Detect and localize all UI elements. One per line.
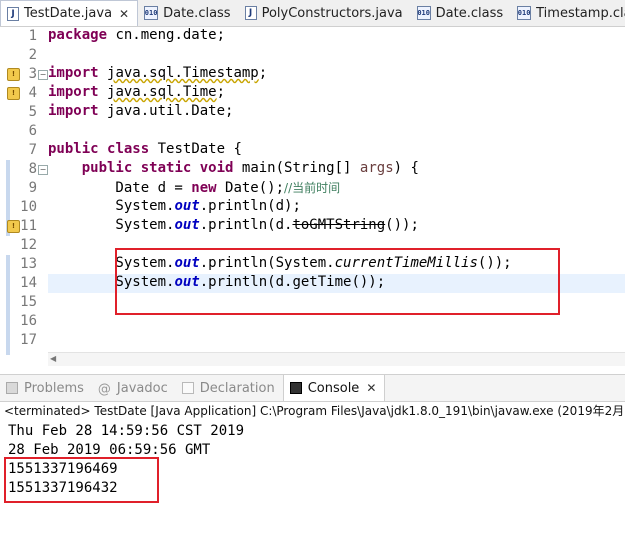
problems-icon: [6, 382, 18, 394]
editor-tab-bar: J TestDate.java ✕ 010 Date.class J PolyC…: [0, 0, 625, 27]
java-file-icon: J: [7, 6, 19, 21]
tab-label: PolyConstructors.java: [261, 5, 403, 21]
line-number: 14: [20, 275, 37, 291]
tab-label: TestDate.java: [24, 6, 113, 21]
line-number: 12: [20, 237, 37, 253]
line-number: 9: [28, 180, 37, 196]
java-file-icon: J: [244, 6, 257, 20]
code-line: import java.sql.Time;: [48, 84, 226, 100]
tab-label: Timestamp.cla: [536, 5, 625, 21]
line-number: 13: [20, 256, 37, 272]
warning-icon[interactable]: !: [7, 220, 20, 233]
tab-date-class[interactable]: 010 Date.class: [138, 0, 238, 26]
code-line: System.out.println(d.toGMTString());: [48, 217, 419, 233]
class-file-icon: 010: [517, 6, 532, 20]
close-icon[interactable]: ✕: [119, 7, 129, 21]
line-number: 7: [28, 142, 37, 158]
views-tab-bar: Problems @ Javadoc Declaration Console ✕: [0, 374, 625, 402]
line-number: 15: [20, 294, 37, 310]
console-status-header: <terminated> TestDate [Java Application]…: [4, 404, 625, 418]
tab-declaration[interactable]: Declaration: [176, 375, 283, 401]
line-number: 1: [28, 28, 37, 44]
console-line: Thu Feb 28 14:59:56 CST 2019: [8, 423, 245, 439]
code-line: Date d = new Date();//当前时间: [48, 180, 341, 196]
tab-console[interactable]: Console ✕: [282, 375, 386, 401]
tab-testdate-java[interactable]: J TestDate.java ✕: [0, 0, 139, 26]
horizontal-scrollbar[interactable]: ◀: [48, 352, 625, 366]
code-editor[interactable]: 1 2 3 4 5 6 7 8 9 10 11 12 13 14 15 16 1…: [0, 27, 625, 366]
close-icon[interactable]: ✕: [366, 381, 376, 395]
code-line: import java.util.Date;: [48, 103, 234, 119]
line-number: 2: [28, 47, 37, 63]
tab-timestamp-class[interactable]: 010 Timestamp.cla: [511, 0, 625, 26]
overview-ruler: [0, 27, 10, 365]
javadoc-icon: @: [97, 382, 111, 397]
code-line: import java.sql.Timestamp;: [48, 65, 268, 81]
console-icon: [289, 382, 302, 394]
code-line: public class TestDate {: [48, 141, 242, 157]
warning-icon[interactable]: !: [7, 87, 20, 100]
line-number: 16: [20, 313, 37, 329]
line-number: 10: [20, 199, 37, 215]
tab-date-class-2[interactable]: 010 Date.class: [411, 0, 511, 26]
tab-problems[interactable]: Problems: [0, 375, 92, 401]
declaration-icon: [181, 382, 194, 394]
line-number: 17: [20, 332, 37, 348]
line-number-gutter: 1 2 3 4 5 6 7 8 9 10 11 12 13 14 15 16 1…: [7, 27, 48, 365]
line-number: 5: [28, 104, 37, 120]
fold-toggle-icon[interactable]: −: [38, 70, 48, 80]
code-line: System.out.println(d);: [48, 198, 301, 214]
console-highlight-box: [4, 457, 159, 503]
tab-label: Date.class: [163, 5, 231, 21]
tab-label: Problems: [24, 380, 84, 396]
code-line: public static void main(String[] args) {: [81, 160, 419, 176]
tab-polyconstructors-java[interactable]: J PolyConstructors.java: [239, 0, 411, 26]
code-line: package cn.meng.date;: [48, 27, 226, 43]
class-file-icon: 010: [144, 6, 159, 20]
scroll-left-arrow-icon[interactable]: ◀: [50, 354, 56, 363]
line-number: 8: [28, 161, 37, 177]
line-number: 6: [28, 123, 37, 139]
tab-label: Declaration: [199, 380, 275, 396]
tab-javadoc[interactable]: @ Javadoc: [92, 375, 176, 401]
fold-toggle-icon[interactable]: −: [38, 165, 48, 175]
tab-label: Console: [307, 380, 360, 396]
console-output[interactable]: Thu Feb 28 14:59:56 CST 2019 28 Feb 2019…: [0, 420, 625, 551]
warning-icon[interactable]: !: [7, 68, 20, 81]
editor-highlight-box: [115, 248, 560, 315]
class-file-icon: 010: [416, 6, 431, 20]
tab-label: Javadoc: [116, 380, 168, 396]
tab-label: Date.class: [435, 5, 504, 21]
